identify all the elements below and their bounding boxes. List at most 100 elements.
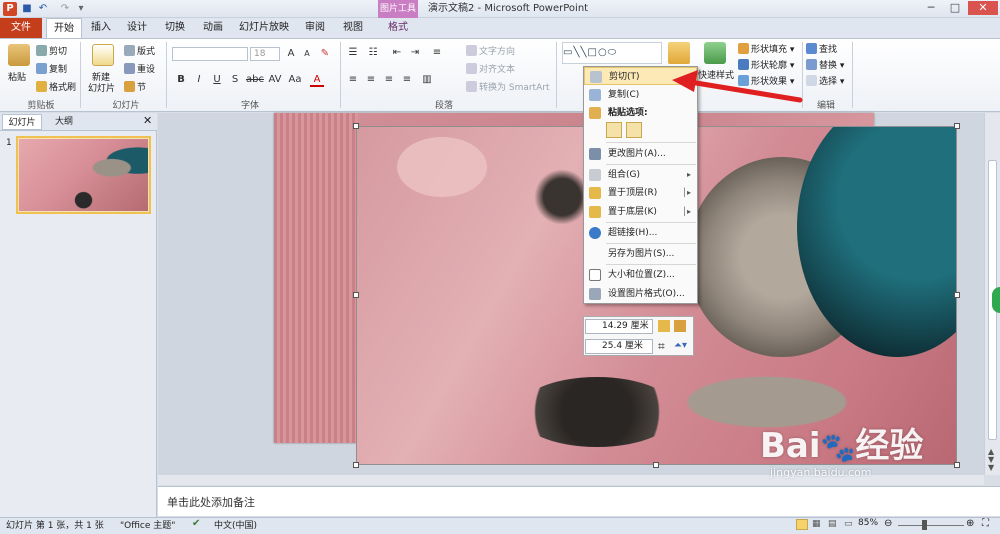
close-button[interactable]: ✕: [968, 1, 998, 15]
select-button[interactable]: 选择 ▾: [806, 74, 844, 87]
menu-item-group[interactable]: 组合(G) ▸: [584, 166, 697, 184]
menu-item-change-picture[interactable]: 更改图片(A)...: [584, 145, 697, 163]
menu-item-format-picture[interactable]: 设置图片格式(O)...: [584, 285, 697, 303]
menu-item-cut[interactable]: 剪切(T): [584, 67, 697, 85]
bold-button[interactable]: B: [174, 73, 188, 87]
width-spinner[interactable]: 25.4 厘米: [585, 339, 653, 354]
maximize-button[interactable]: □: [944, 1, 966, 15]
menu-item-size-position[interactable]: 大小和位置(Z)...: [584, 266, 697, 284]
bring-front-mini-icon[interactable]: [658, 320, 670, 332]
font-size-box[interactable]: 18: [250, 47, 280, 61]
line-spacing-button[interactable]: ≡: [430, 46, 444, 60]
shape-fill-button[interactable]: 形状填充 ▾: [738, 42, 794, 55]
spellcheck-icon[interactable]: ✔: [192, 518, 200, 529]
menu-item-hyperlink[interactable]: 超链接(H)...: [584, 224, 697, 242]
paste-keep-formatting-icon[interactable]: [606, 122, 622, 138]
resize-handle[interactable]: [954, 292, 960, 298]
page-nav-icon[interactable]: ▲ ▼ ▼: [988, 448, 994, 472]
height-spinner[interactable]: 14.29 厘米: [585, 319, 653, 334]
tab-slideshow[interactable]: 幻灯片放映: [236, 18, 292, 38]
powerpoint-app-icon[interactable]: P: [3, 2, 17, 16]
columns-button[interactable]: ▥: [420, 73, 434, 87]
format-painter-button[interactable]: 格式刷: [36, 80, 76, 93]
shapes-gallery[interactable]: ▭╲╲□○⬭: [562, 42, 662, 64]
numbering-button[interactable]: ☷: [366, 46, 380, 60]
theme-status[interactable]: "Office 主题": [120, 518, 175, 531]
tab-insert[interactable]: 插入: [86, 18, 116, 38]
notes-pane[interactable]: [158, 486, 1000, 516]
layout-button[interactable]: 版式: [124, 44, 155, 57]
cut-button[interactable]: 剪切: [36, 44, 67, 57]
bullets-button[interactable]: ☰: [346, 46, 360, 60]
shrink-font-icon[interactable]: A: [300, 47, 314, 61]
save-icon[interactable]: ■: [20, 2, 34, 16]
resize-handle[interactable]: [653, 462, 659, 468]
grow-font-icon[interactable]: A: [284, 47, 298, 61]
customize-qat-icon[interactable]: ▾: [74, 2, 88, 16]
reset-button[interactable]: 重设: [124, 62, 155, 75]
align-text-button[interactable]: 对齐文本: [466, 62, 515, 75]
menu-item-bring-to-front[interactable]: 置于顶层(R) │▸: [584, 184, 697, 202]
quick-style-icon[interactable]: [704, 42, 726, 64]
side-tab-icon[interactable]: [992, 287, 1000, 313]
resize-handle[interactable]: [353, 123, 359, 129]
new-slide-label-2[interactable]: 幻灯片: [88, 81, 115, 94]
resize-handle[interactable]: [353, 292, 359, 298]
tab-animations[interactable]: 动画: [198, 18, 228, 38]
menu-item-send-to-back[interactable]: 置于底层(K) │▸: [584, 203, 697, 221]
replace-button[interactable]: 替换 ▾: [806, 58, 844, 71]
align-right-button[interactable]: ≡: [382, 73, 396, 87]
tab-review[interactable]: 审阅: [300, 18, 330, 38]
paste-button[interactable]: 粘贴: [8, 70, 26, 83]
resize-handle[interactable]: [353, 462, 359, 468]
spacing-button[interactable]: AV: [268, 73, 282, 87]
close-pane-icon[interactable]: ✕: [143, 114, 152, 127]
reading-view-icon[interactable]: ▤: [828, 519, 837, 529]
shadow-button[interactable]: S: [228, 73, 242, 87]
justify-button[interactable]: ≡: [400, 73, 414, 87]
tab-slides-pane[interactable]: 幻灯片: [2, 114, 42, 130]
strikethrough-button[interactable]: abc: [246, 73, 264, 87]
tab-format[interactable]: 格式: [382, 18, 414, 38]
italic-button[interactable]: I: [192, 73, 206, 87]
notes-placeholder[interactable]: 单击此处添加备注: [167, 494, 255, 510]
new-slide-icon[interactable]: [92, 44, 114, 66]
send-back-mini-icon[interactable]: [674, 320, 686, 332]
find-button[interactable]: 查找: [806, 42, 837, 55]
tab-view[interactable]: 视图: [338, 18, 368, 38]
shape-effect-button[interactable]: 形状效果 ▾: [738, 74, 794, 87]
font-name-box[interactable]: [172, 47, 248, 61]
tab-transitions[interactable]: 切换: [160, 18, 190, 38]
smartart-button[interactable]: 转换为 SmartArt: [466, 80, 549, 93]
underline-button[interactable]: U: [210, 73, 224, 87]
increase-indent-button[interactable]: ⇥: [408, 46, 422, 60]
crop-icon[interactable]: ⌗: [658, 340, 665, 352]
language-status[interactable]: 中文(中国): [214, 518, 257, 531]
fit-slide-icon[interactable]: ⛶: [982, 518, 989, 529]
zoom-in-icon[interactable]: ⊕: [966, 518, 974, 529]
text-direction-button[interactable]: 文字方向: [466, 44, 515, 57]
slideshow-view-icon[interactable]: ▭: [844, 519, 853, 529]
tab-home[interactable]: 开始: [46, 18, 82, 38]
decrease-indent-button[interactable]: ⇤: [390, 46, 404, 60]
sorter-view-icon[interactable]: ▦: [812, 519, 821, 529]
font-color-button[interactable]: A: [310, 73, 324, 87]
minimize-button[interactable]: ─: [920, 1, 942, 15]
zoom-level[interactable]: 85%: [858, 518, 878, 528]
normal-view-icon[interactable]: [796, 519, 808, 530]
align-center-button[interactable]: ≡: [364, 73, 378, 87]
resize-handle[interactable]: [954, 123, 960, 129]
copy-button[interactable]: 复制: [36, 62, 67, 75]
zoom-out-icon[interactable]: ⊖: [884, 518, 892, 529]
tab-design[interactable]: 设计: [122, 18, 152, 38]
clear-format-icon[interactable]: ✎: [318, 47, 332, 61]
change-case-button[interactable]: Aa: [288, 73, 302, 87]
menu-item-copy[interactable]: 复制(C): [584, 86, 697, 104]
undo-icon[interactable]: ↶: [36, 2, 50, 16]
zoom-slider-thumb[interactable]: [922, 520, 927, 530]
paste-icon[interactable]: [8, 44, 30, 66]
zoom-slider[interactable]: [898, 525, 964, 526]
tab-file[interactable]: 文件: [0, 18, 42, 38]
menu-item-save-as-picture[interactable]: 另存为图片(S)...: [584, 245, 697, 263]
paste-as-picture-icon[interactable]: [626, 122, 642, 138]
